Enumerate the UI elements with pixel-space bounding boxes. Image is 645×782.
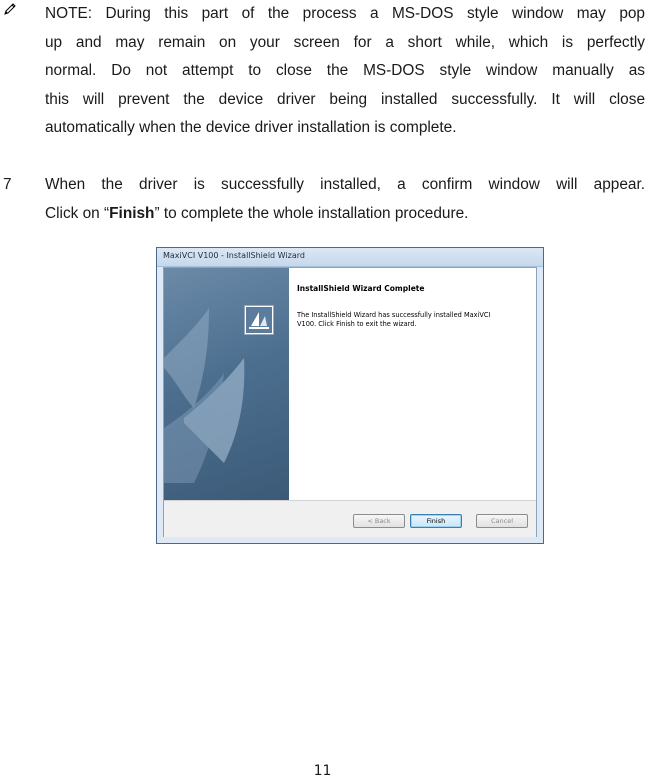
step-paragraph: When the driver is successfully installe…	[45, 171, 645, 228]
finish-button[interactable]: Finish	[410, 514, 462, 528]
step-line-2: Click on “Finish” to complete the whole …	[45, 200, 645, 229]
wizard-message: The InstallShield Wizard has successfull…	[297, 311, 497, 329]
note-line: this will prevent the device driver bein…	[45, 90, 645, 108]
step-number: 7	[3, 176, 12, 193]
finish-keyword: Finish	[109, 204, 155, 222]
window-client-area: InstallShield Wizard Complete The Instal…	[163, 267, 537, 537]
installshield-window-screenshot: MaxiVCI V100 - InstallShield Wizard Inst…	[156, 247, 544, 544]
wizard-message-line: V100. Click Finish to exit the wizard.	[297, 320, 417, 328]
cancel-button[interactable]: Cancel	[476, 514, 528, 528]
note-line: normal. Do not attempt to close the MS-D…	[45, 62, 645, 80]
wizard-content-panel: InstallShield Wizard Complete The Instal…	[289, 268, 536, 500]
note-paragraph: NOTE: During this part of the process a …	[45, 0, 645, 143]
step-text-prefix: Click on “	[45, 204, 110, 222]
back-button[interactable]: < Back	[353, 514, 405, 528]
wizard-message-line: The InstallShield Wizard has successfull…	[297, 311, 491, 319]
wizard-button-bar: < Back Finish Cancel	[164, 500, 536, 537]
window-titlebar: MaxiVCI V100 - InstallShield Wizard	[157, 248, 543, 267]
page-number: 11	[313, 763, 332, 779]
wizard-side-banner	[164, 268, 289, 500]
step-text-suffix: ” to complete the whole installation pro…	[154, 204, 469, 222]
installshield-logo-icon	[244, 305, 274, 335]
sails-graphic	[164, 308, 245, 483]
window-title: MaxiVCI V100 - InstallShield Wizard	[163, 251, 305, 260]
note-pencil-icon	[3, 2, 17, 16]
note-line: NOTE: During this part of the process a …	[45, 5, 645, 22]
note-line: up and may remain on your screen for a s…	[45, 33, 645, 51]
wizard-heading: InstallShield Wizard Complete	[297, 284, 425, 293]
note-line: automatically when the device driver ins…	[45, 119, 457, 137]
step-line: When the driver is successfully installe…	[45, 176, 645, 193]
